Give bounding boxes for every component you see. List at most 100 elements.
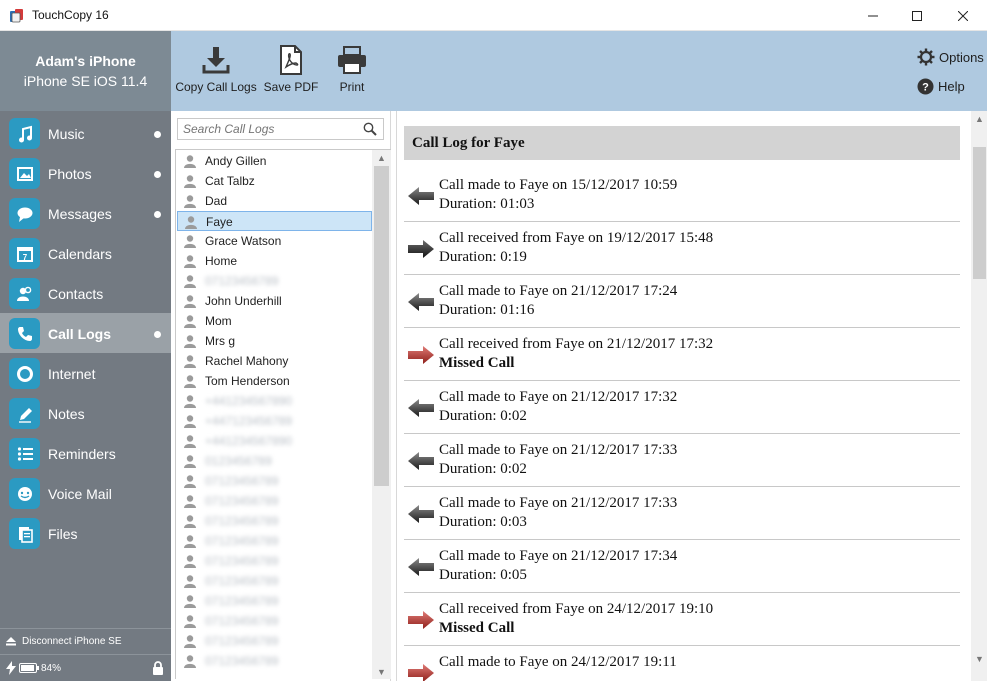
contact-list-item[interactable]: 07123456789 <box>177 271 372 291</box>
disconnect-label: Disconnect iPhone SE <box>22 636 122 647</box>
person-icon <box>183 554 197 571</box>
call-log-scroll-thumb[interactable] <box>973 147 986 279</box>
call-log-view: Call Log for Faye Call made to Faye on 1… <box>396 111 987 681</box>
search-box[interactable] <box>177 118 384 140</box>
contact-list-item[interactable]: Faye <box>177 211 372 231</box>
contact-list-item[interactable]: 07123456789 <box>177 551 372 571</box>
contact-name: Tom Henderson <box>205 374 290 388</box>
contact-list-item[interactable]: Mom <box>177 311 372 331</box>
contact-list-item[interactable]: 07123456789 <box>177 571 372 591</box>
contact-list-item[interactable]: 07123456789 <box>177 511 372 531</box>
sidebar-item-reminders[interactable]: Reminders <box>0 433 171 473</box>
sidebar-item-messages[interactable]: Messages <box>0 193 171 233</box>
person-icon <box>183 314 197 331</box>
search-icon[interactable] <box>363 122 377 136</box>
contact-list-item[interactable]: Home <box>177 251 372 271</box>
call-log-description: Call made to Faye on 21/12/2017 17:34 <box>439 548 678 564</box>
contact-list-item[interactable]: 07123456789 <box>177 471 372 491</box>
person-icon <box>183 334 197 351</box>
sidebar-item-voice-mail[interactable]: Voice Mail <box>0 473 171 513</box>
minimize-button[interactable] <box>850 0 896 31</box>
contact-name: 07123456789 <box>205 654 279 668</box>
sidebar-item-contacts[interactable]: Contacts <box>0 273 171 313</box>
call-log-detail: Duration: 01:03 <box>439 196 535 212</box>
call-log-entry: Call made to Faye on 21/12/2017 17:32 Dur… <box>404 381 960 434</box>
contact-name: John Underhill <box>205 294 282 308</box>
sidebar-item-photos[interactable]: Photos <box>0 153 171 193</box>
contact-list-item[interactable]: 07123456789 <box>177 491 372 511</box>
person-icon <box>183 434 197 451</box>
contact-name: Rachel Mahony <box>205 354 289 368</box>
incoming-call-arrow-icon <box>407 240 435 263</box>
person-icon <box>183 614 197 631</box>
contact-list-item[interactable]: John Underhill <box>177 291 372 311</box>
contact-list-scrollbar[interactable]: ▲ ▼ <box>372 150 391 679</box>
call-log-detail: Duration: 01:16 <box>439 302 535 318</box>
contact-list-item[interactable]: Mrs g <box>177 331 372 351</box>
files-icon <box>9 518 40 549</box>
contact-name: Cat Talbz <box>205 174 255 188</box>
contact-list-item[interactable]: Rachel Mahony <box>177 351 372 371</box>
call-log-entry: Call received from Faye on 21/12/2017 17… <box>404 328 960 381</box>
contact-list-item[interactable]: 07123456789 <box>177 591 372 611</box>
contact-list-item[interactable]: +447123456789 <box>177 411 372 431</box>
notes-icon <box>9 398 40 429</box>
call-log-detail: Missed Call <box>439 355 515 371</box>
contact-list-item[interactable]: Tom Henderson <box>177 371 372 391</box>
search-input[interactable] <box>183 122 363 136</box>
battery-percentage: 84% <box>41 663 62 674</box>
contact-list-item[interactable]: 07123456789 <box>177 531 372 551</box>
contact-name: 07123456789 <box>205 514 279 528</box>
contact-list-item[interactable]: 0123456789 <box>177 451 372 471</box>
contact-list-item[interactable]: Cat Talbz <box>177 171 372 191</box>
contact-list-item[interactable]: Grace Watson <box>177 231 372 251</box>
save-pdf-button[interactable]: Save PDF <box>263 31 319 111</box>
call-log-description: Call made to Faye on 24/12/2017 19:11 <box>439 654 677 670</box>
sidebar-item-internet[interactable]: Internet <box>0 353 171 393</box>
contact-list-item[interactable]: 07123456789 <box>177 631 372 651</box>
sidebar-item-call-logs[interactable]: Call Logs <box>0 313 171 353</box>
contact-list-item[interactable]: +441234567890 <box>177 431 372 451</box>
scroll-down-arrow-icon[interactable]: ▼ <box>372 664 391 679</box>
contact-name: Home <box>205 254 238 268</box>
contact-list-item[interactable]: +441234567890 <box>177 391 372 411</box>
contact-name: 07123456789 <box>205 474 279 488</box>
options-label: Options <box>939 49 984 65</box>
call-log-description: Call made to Faye on 21/12/2017 17:32 <box>439 389 678 405</box>
contact-list-item[interactable]: Dad <box>177 191 372 211</box>
messages-icon <box>9 198 40 229</box>
person-icon <box>183 354 197 371</box>
log-scroll-down-arrow-icon[interactable]: ▼ <box>971 651 987 667</box>
options-button[interactable]: Options <box>917 48 984 66</box>
sidebar-item-music[interactable]: Music <box>0 113 171 153</box>
log-scroll-up-arrow-icon[interactable]: ▲ <box>971 111 987 127</box>
contact-list-item[interactable]: 07123456789 <box>177 651 372 671</box>
phone-icon <box>9 318 40 349</box>
app-logo-icon <box>10 9 23 23</box>
person-icon <box>184 215 198 232</box>
print-button[interactable]: Print <box>327 31 377 111</box>
call-log-detail: Duration: 0:03 <box>439 514 527 530</box>
call-log-scrollbar[interactable]: ▲ ▼ <box>971 111 987 681</box>
sidebar-item-label: Reminders <box>48 446 116 462</box>
contact-name: Dad <box>205 194 228 208</box>
contact-list-scroll-thumb[interactable] <box>374 166 389 486</box>
copy-call-logs-button[interactable]: Copy Call Logs <box>175 31 257 111</box>
title-bar: TouchCopy 16 <box>0 0 987 31</box>
call-log-entry: Call received from Faye on 24/12/2017 19… <box>404 593 960 646</box>
close-icon <box>958 10 968 21</box>
sidebar-item-calendars[interactable]: 7 Calendars <box>0 233 171 273</box>
close-button[interactable] <box>940 0 986 31</box>
help-button[interactable]: ? Help <box>917 78 965 95</box>
maximize-button[interactable] <box>894 0 940 31</box>
contact-list-item[interactable]: 07123456789 <box>177 611 372 631</box>
scroll-up-arrow-icon[interactable]: ▲ <box>372 150 391 166</box>
lock-icon[interactable] <box>152 661 164 675</box>
call-log-entry: Call made to Faye on 15/12/2017 10:59 Dur… <box>404 169 960 222</box>
sidebar-item-files[interactable]: Files <box>0 513 171 553</box>
person-icon <box>183 374 197 391</box>
disconnect-button[interactable]: Disconnect iPhone SE <box>0 628 171 654</box>
person-icon <box>183 654 197 671</box>
sidebar-item-notes[interactable]: Notes <box>0 393 171 433</box>
contact-list-item[interactable]: Andy Gillen <box>177 151 372 171</box>
